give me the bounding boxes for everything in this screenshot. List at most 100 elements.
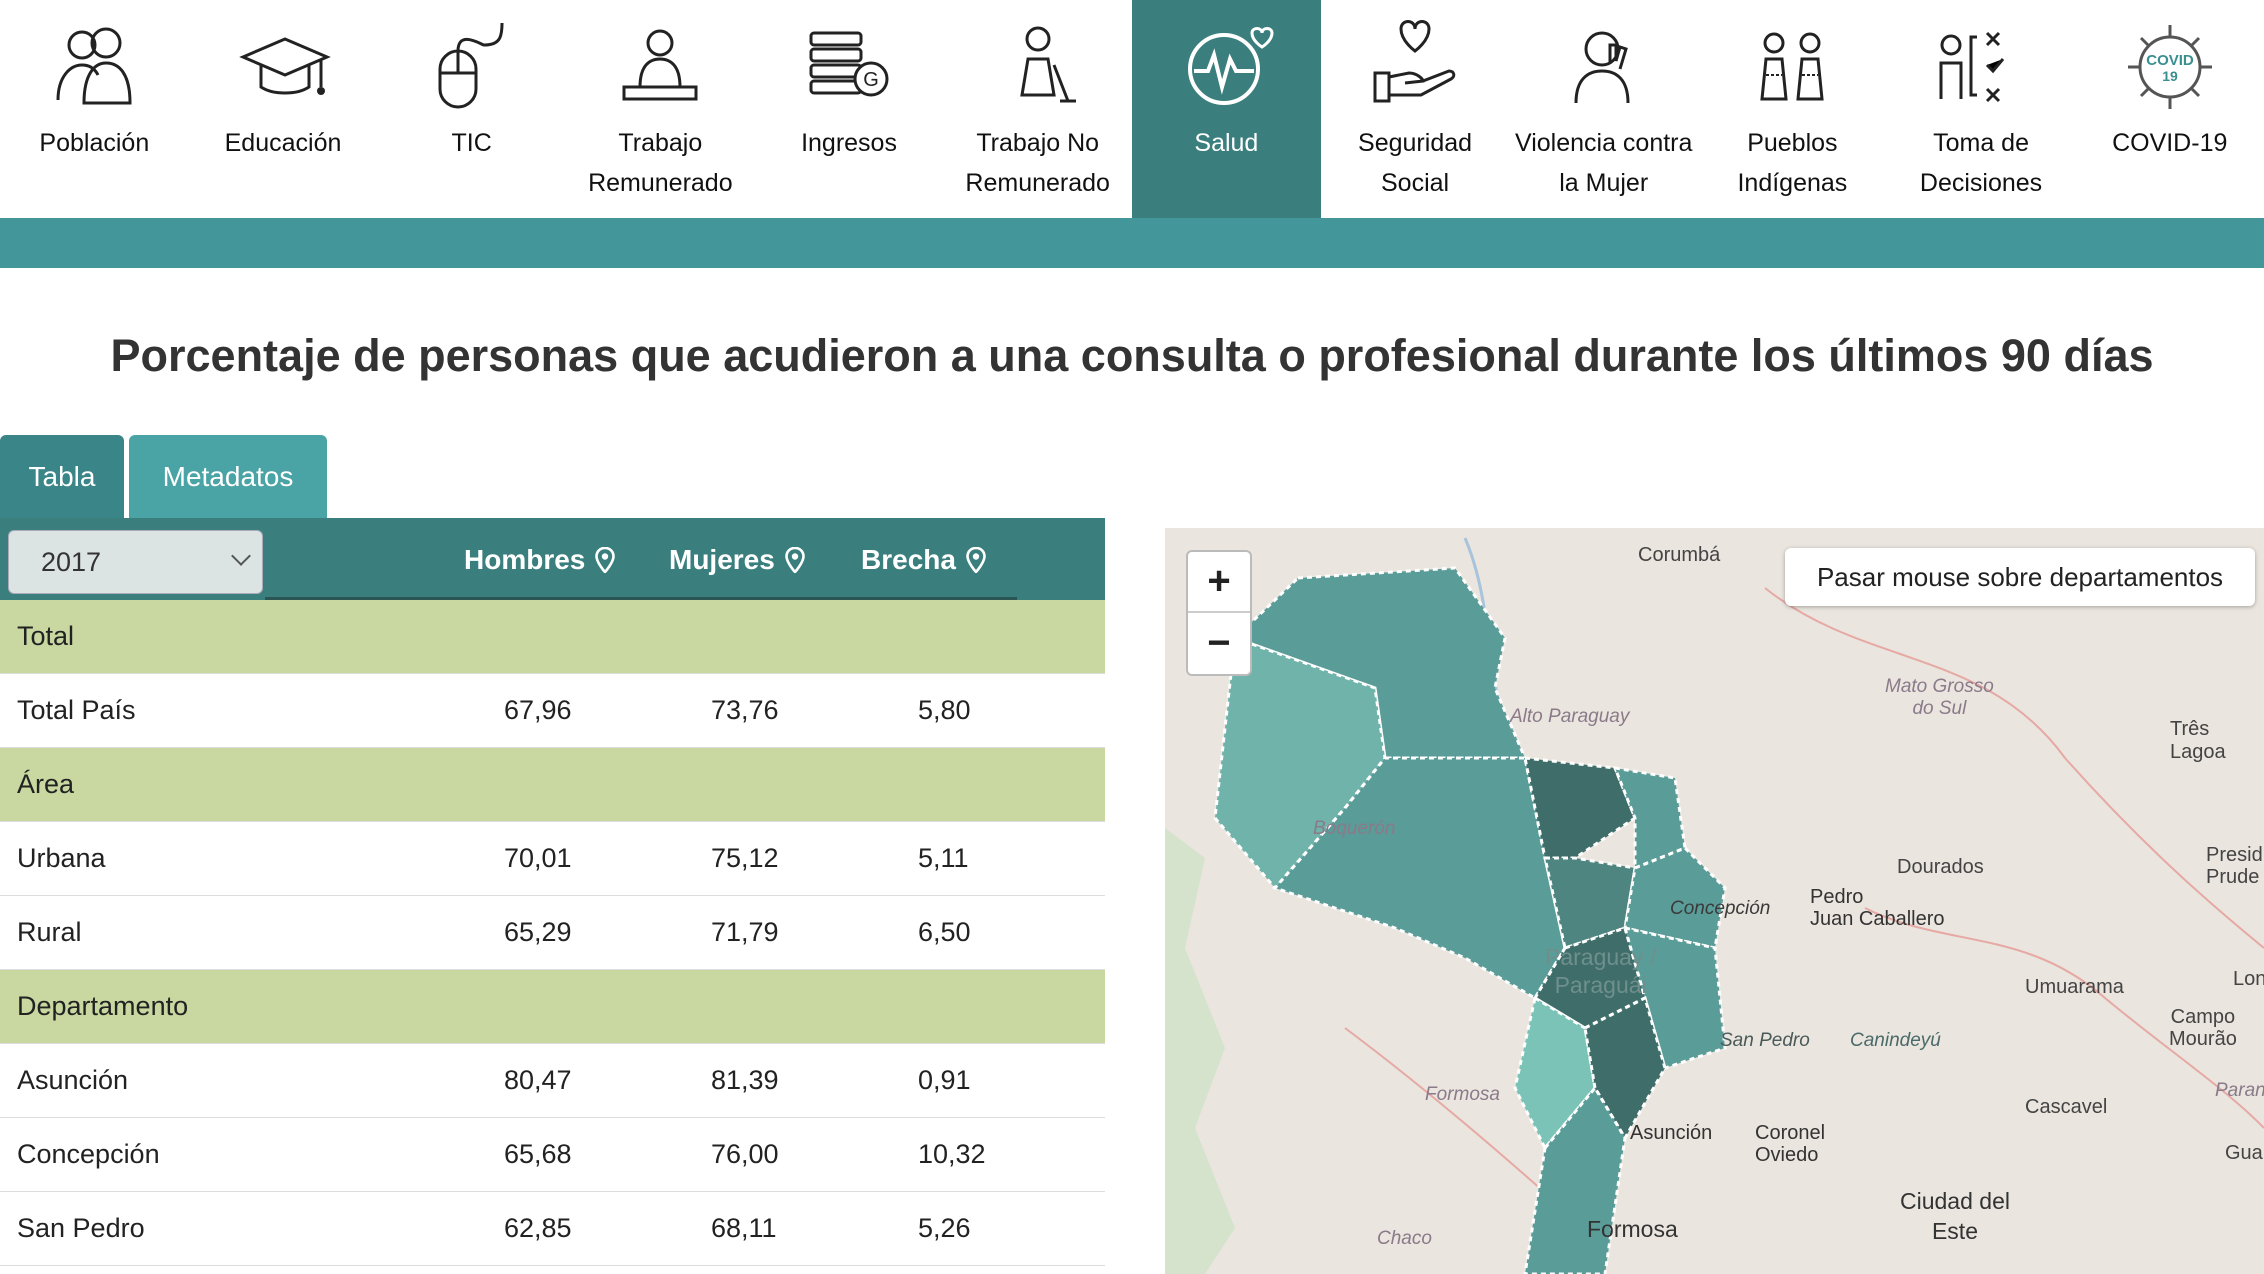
- cell-hombres: 65,29: [504, 917, 572, 947]
- table-section-row: Total: [0, 600, 1105, 674]
- people-icon: [39, 10, 149, 120]
- nav-item-worker-desk[interactable]: Trabajo Remunerado: [566, 0, 755, 218]
- table-row: Rural 65,29 71,79 6,50: [0, 896, 1105, 970]
- cell-brecha: 5,26: [918, 1213, 971, 1243]
- table-section-row: Departamento: [0, 970, 1105, 1044]
- map-label-paraguay: Paraguay / Paraguái: [1545, 944, 1657, 998]
- row-label: Departamento: [17, 991, 189, 1021]
- cell-hombres: 65,68: [504, 1139, 572, 1169]
- page-title: Porcentaje de personas que acudieron a u…: [110, 330, 2154, 381]
- zoom-in-button[interactable]: +: [1188, 552, 1250, 613]
- row-label: Concepción: [17, 1139, 160, 1169]
- nav-item-indigenous-people[interactable]: Pueblos Indígenas: [1698, 0, 1887, 218]
- nav-item-label: Trabajo Remunerado: [588, 129, 733, 197]
- nav-item-label: TIC: [451, 129, 492, 157]
- cell-brecha: 5,11: [918, 843, 969, 873]
- cell-brecha: 10,32: [918, 1139, 986, 1169]
- cell-brecha: 0,91: [918, 1065, 971, 1095]
- map-label-alto-paraguay: Alto Paraguay: [1510, 706, 1630, 727]
- nav-item-label: Salud: [1194, 129, 1259, 157]
- nav-item-label: Pueblos Indígenas: [1737, 129, 1848, 197]
- nav-item-decision-checklist[interactable]: Toma de Decisiones: [1887, 0, 2076, 218]
- nav-item-covid-virus[interactable]: COVID 19 COVID-19: [2075, 0, 2264, 218]
- cell-mujeres: 81,39: [711, 1065, 779, 1095]
- map-label-coronel-oviedo: Coronel Oviedo: [1755, 1122, 1826, 1166]
- nav-item-label: Seguridad Social: [1358, 129, 1473, 197]
- year-select[interactable]: 2017: [8, 530, 263, 594]
- heartbeat-icon: [1171, 10, 1281, 120]
- table-row: Urbana 70,01 75,12 5,11: [0, 822, 1105, 896]
- decision-checklist-icon: [1926, 10, 2036, 120]
- nav-item-heart-hand[interactable]: Seguridad Social: [1321, 0, 1510, 218]
- table-row: Concepción 65,68 76,00 10,32: [0, 1118, 1105, 1192]
- cell-mujeres: 76,00: [711, 1139, 779, 1169]
- graduation-cap-icon: [228, 10, 338, 120]
- cell-mujeres: 68,11: [711, 1213, 777, 1243]
- nav-item-people[interactable]: Población: [0, 0, 189, 218]
- map-label-lon: Lon: [2233, 968, 2264, 990]
- category-nav: Población Educación TIC Trabajo Remunerado G…: [0, 0, 2264, 218]
- cell-hombres: 70,01: [504, 843, 572, 873]
- nav-item-label: Población: [39, 129, 150, 157]
- zoom-control: + −: [1186, 550, 1252, 676]
- header-hombres[interactable]: Hombres: [464, 544, 616, 576]
- nav-item-label: Educación: [224, 129, 342, 157]
- map-label-cascavel: Cascavel: [2025, 1096, 2108, 1118]
- map-label-canindeyu: Canindeyú: [1850, 1030, 1941, 1051]
- table-section-row: Área: [0, 748, 1105, 822]
- map-label-san-pedro: San Pedro: [1720, 1030, 1810, 1051]
- nav-item-label: COVID-19: [2112, 129, 2228, 157]
- woman-stop-icon: [1549, 10, 1659, 120]
- map-label-dourados: Dourados: [1897, 856, 1984, 878]
- cell-mujeres: 71,79: [711, 917, 779, 947]
- zoom-out-button[interactable]: −: [1188, 613, 1250, 674]
- row-label: Área: [17, 769, 75, 799]
- nav-item-graduation-cap[interactable]: Educación: [189, 0, 378, 218]
- nav-item-mouse[interactable]: TIC: [377, 0, 566, 218]
- indigenous-people-icon: [1737, 10, 1847, 120]
- nav-item-woman-stop[interactable]: Violencia contra la Mujer: [1509, 0, 1698, 218]
- map-label-concepcion: Concepción: [1670, 898, 1771, 919]
- row-label: Total: [17, 621, 75, 651]
- map-pin-icon[interactable]: [595, 547, 616, 573]
- map-label-mato-grosso: Mato Grosso do Sul: [1885, 676, 1994, 719]
- nav-bar-strip: [0, 218, 2264, 268]
- map-label-tres-lagoa: Três Lagoa: [2170, 718, 2226, 763]
- row-label: Urbana: [17, 843, 106, 873]
- nav-item-label: Toma de Decisiones: [1919, 129, 2043, 197]
- map-label-guarap: Guarap: [2225, 1142, 2264, 1164]
- map-label-asuncion: Asunción: [1630, 1122, 1713, 1144]
- map-label-campo-mourao: Campo Mourão: [2169, 1006, 2237, 1050]
- tab-tabla[interactable]: Tabla: [0, 435, 124, 518]
- choropleth-map[interactable]: + − Pasar mouse sobre departamentos Coru…: [1165, 528, 2264, 1274]
- chevron-down-icon: [231, 546, 251, 566]
- cell-mujeres: 73,76: [711, 695, 779, 725]
- map-pin-icon[interactable]: [785, 547, 805, 573]
- nav-item-money-stack[interactable]: G Ingresos: [755, 0, 944, 218]
- map-label-presid: Presid Prude: [2206, 844, 2263, 888]
- nav-item-heartbeat[interactable]: Salud: [1132, 0, 1321, 218]
- header-mujeres-label: Mujeres: [669, 544, 775, 575]
- table-row: Total País 67,96 73,76 5,80: [0, 674, 1105, 748]
- map-label-formosa-region: Formosa: [1425, 1084, 1500, 1105]
- row-label: Total País: [17, 695, 136, 725]
- cleaning-woman-icon: [983, 10, 1093, 120]
- tab-metadatos[interactable]: Metadatos: [129, 435, 327, 518]
- table-header: 2017 Hombres Mujeres Brecha: [0, 518, 1105, 600]
- map-pin-icon[interactable]: [966, 547, 986, 573]
- svg-text:G: G: [863, 69, 879, 91]
- mouse-icon: [417, 10, 527, 120]
- header-brecha[interactable]: Brecha: [861, 544, 986, 576]
- covid-virus-icon: COVID 19: [2115, 10, 2225, 120]
- map-label-pedro-juan: Pedro Juan Caballero: [1810, 886, 1945, 930]
- map-label-chaco: Chaco: [1377, 1228, 1432, 1249]
- map-label-parana: Paraná: [2215, 1080, 2264, 1101]
- cell-brecha: 6,50: [918, 917, 971, 947]
- header-brecha-label: Brecha: [861, 544, 956, 575]
- nav-item-label: Trabajo No Remunerado: [965, 129, 1110, 197]
- header-mujeres[interactable]: Mujeres: [669, 544, 805, 576]
- row-label: Rural: [17, 917, 82, 947]
- svg-text:COVID: COVID: [2146, 52, 2194, 69]
- money-stack-icon: G: [794, 10, 904, 120]
- nav-item-cleaning-woman[interactable]: Trabajo No Remunerado: [943, 0, 1132, 218]
